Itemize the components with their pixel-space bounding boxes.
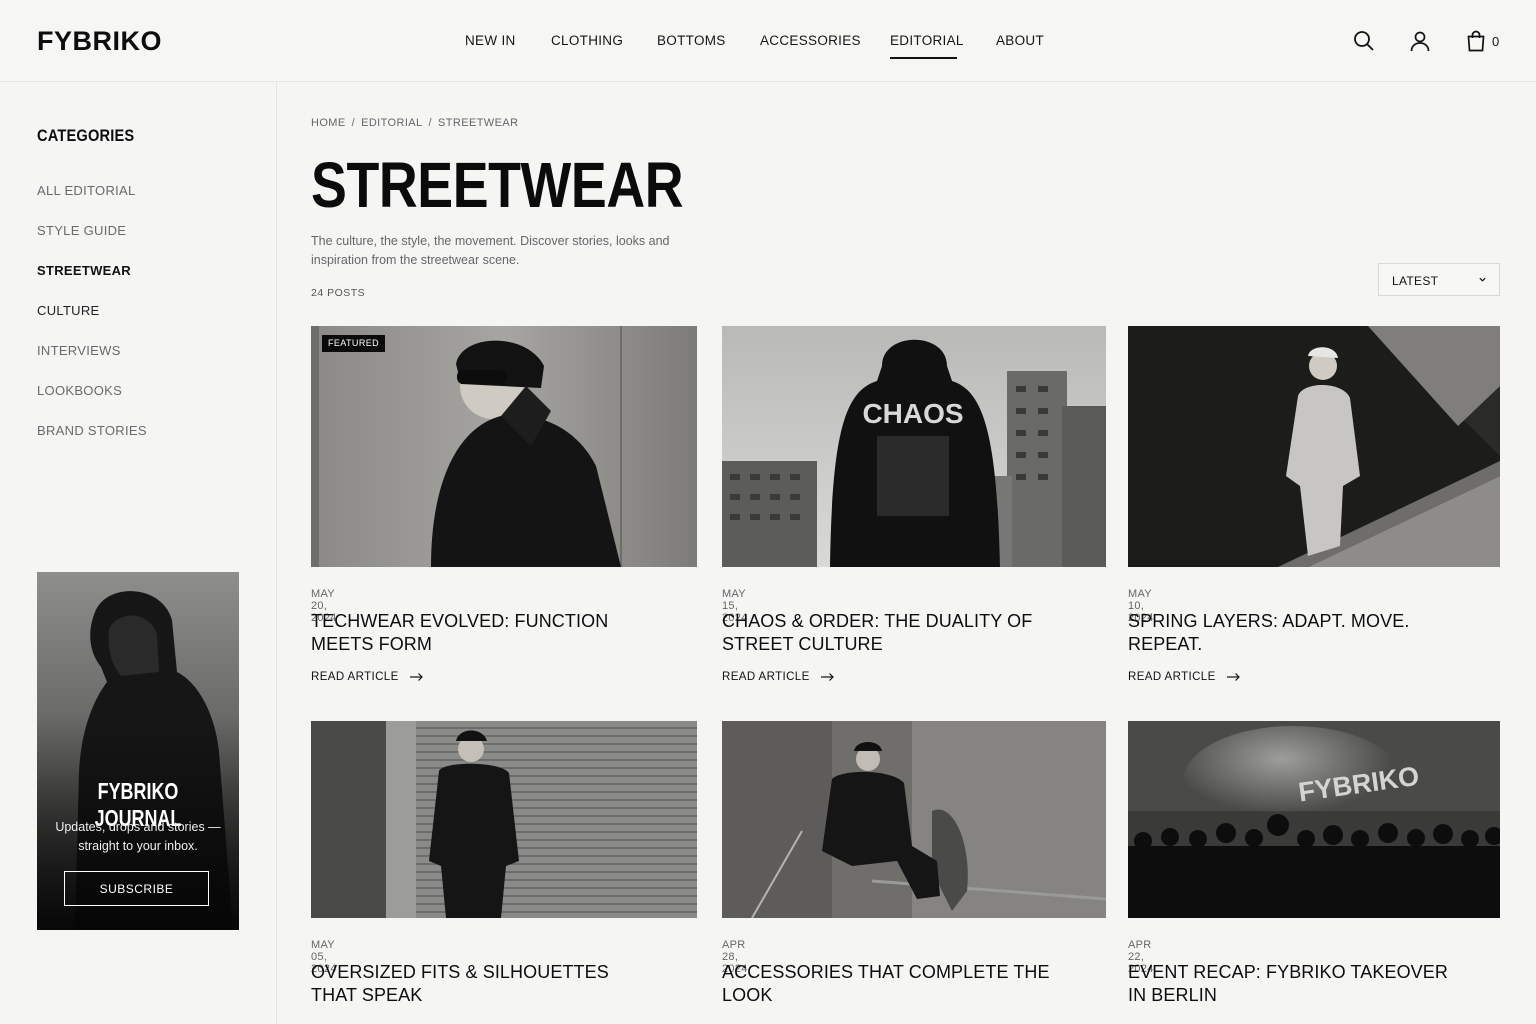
read-article-label: READ ARTICLE [1128, 671, 1216, 683]
arrow-right-icon [410, 673, 424, 681]
nav-item-accessories[interactable]: ACCESSORIES [760, 33, 861, 48]
search-icon[interactable] [1352, 29, 1376, 53]
read-article-label: READ ARTICLE [722, 671, 810, 683]
breadcrumb-editorial[interactable]: EDITORIAL [361, 117, 422, 129]
page-title: STREETWEAR [311, 149, 684, 221]
article-title[interactable]: SPRING LAYERS: ADAPT. MOVE. REPEAT. [1128, 610, 1458, 656]
article-image[interactable] [1128, 326, 1500, 567]
main-nav: NEW IN CLOTHING BOTTOMS ACCESSORIES EDIT… [0, 33, 1536, 63]
breadcrumb: HOME / EDITORIAL / STREETWEAR [311, 117, 519, 129]
article-title[interactable]: CHAOS & ORDER: THE DUALITY OF STREET CUL… [722, 610, 1052, 656]
user-icon[interactable] [1408, 29, 1432, 53]
post-count: 24 POSTS [311, 287, 366, 299]
site-header: FYBRIKO NEW IN CLOTHING BOTTOMS ACCESSOR… [0, 0, 1536, 82]
sidebar-item-streetwear[interactable]: STREETWEAR [37, 263, 131, 278]
read-article-link[interactable]: READ ARTICLE [311, 671, 424, 683]
read-article-link[interactable]: READ ARTICLE [722, 671, 835, 683]
category-sidebar: CATEGORIES ALL EDITORIAL STYLE GUIDE STR… [0, 82, 277, 1024]
article-title[interactable]: TECHWEAR EVOLVED: FUNCTION MEETS FORM [311, 610, 641, 656]
breadcrumb-home[interactable]: HOME [311, 117, 346, 129]
nav-item-new-in[interactable]: NEW IN [465, 33, 516, 48]
arrow-right-icon [1227, 673, 1241, 681]
article-image[interactable]: CHAOS [722, 326, 1106, 567]
nav-item-clothing[interactable]: CLOTHING [551, 33, 623, 48]
nav-active-underline [890, 57, 957, 59]
cart-count: 0 [1492, 34, 1500, 49]
article-title[interactable]: EVENT RECAP: FYBRIKO TAKEOVER IN BERLIN [1128, 961, 1458, 1007]
read-article-label: READ ARTICLE [311, 671, 399, 683]
sidebar-item-culture[interactable]: CULTURE [37, 303, 100, 318]
arrow-right-icon [821, 673, 835, 681]
nav-item-bottoms[interactable]: BOTTOMS [657, 33, 726, 48]
sort-dropdown[interactable]: LATEST [1378, 263, 1500, 296]
bag-icon[interactable] [1464, 29, 1488, 53]
sidebar-item-brand-stories[interactable]: BRAND STORIES [37, 423, 147, 438]
article-image[interactable] [311, 721, 697, 918]
article-title[interactable]: ACCESSORIES THAT COMPLETE THE LOOK [722, 961, 1052, 1007]
article-image[interactable]: FEATURED [311, 326, 697, 567]
sidebar-item-all-editorial[interactable]: ALL EDITORIAL [37, 183, 136, 198]
nav-item-about[interactable]: ABOUT [996, 33, 1044, 48]
hoodie-print-text: CHAOS [862, 398, 963, 429]
sidebar-item-style-guide[interactable]: STYLE GUIDE [37, 223, 126, 238]
journal-promo: FYBRIKO JOURNAL Updates, drops and stori… [37, 572, 239, 930]
featured-badge: FEATURED [322, 335, 386, 352]
sidebar-title: CATEGORIES [37, 126, 135, 145]
page-description: The culture, the style, the movement. Di… [311, 234, 670, 267]
promo-text: Updates, drops and stories — straight to… [55, 820, 221, 853]
breadcrumb-current: STREETWEAR [438, 117, 519, 129]
sidebar-item-lookbooks[interactable]: LOOKBOOKS [37, 383, 122, 398]
chevron-down-icon [1479, 277, 1486, 282]
article-image[interactable] [722, 721, 1106, 918]
nav-item-editorial[interactable]: EDITORIAL [890, 33, 964, 48]
read-article-link[interactable]: READ ARTICLE [1128, 671, 1241, 683]
article-title[interactable]: OVERSIZED FITS & SILHOUETTES THAT SPEAK [311, 961, 641, 1007]
sidebar-item-interviews[interactable]: INTERVIEWS [37, 343, 121, 358]
sort-selected-label: LATEST [1392, 274, 1439, 288]
article-image[interactable]: FYBRIKO [1128, 721, 1500, 918]
subscribe-button[interactable]: SUBSCRIBE [64, 871, 209, 906]
